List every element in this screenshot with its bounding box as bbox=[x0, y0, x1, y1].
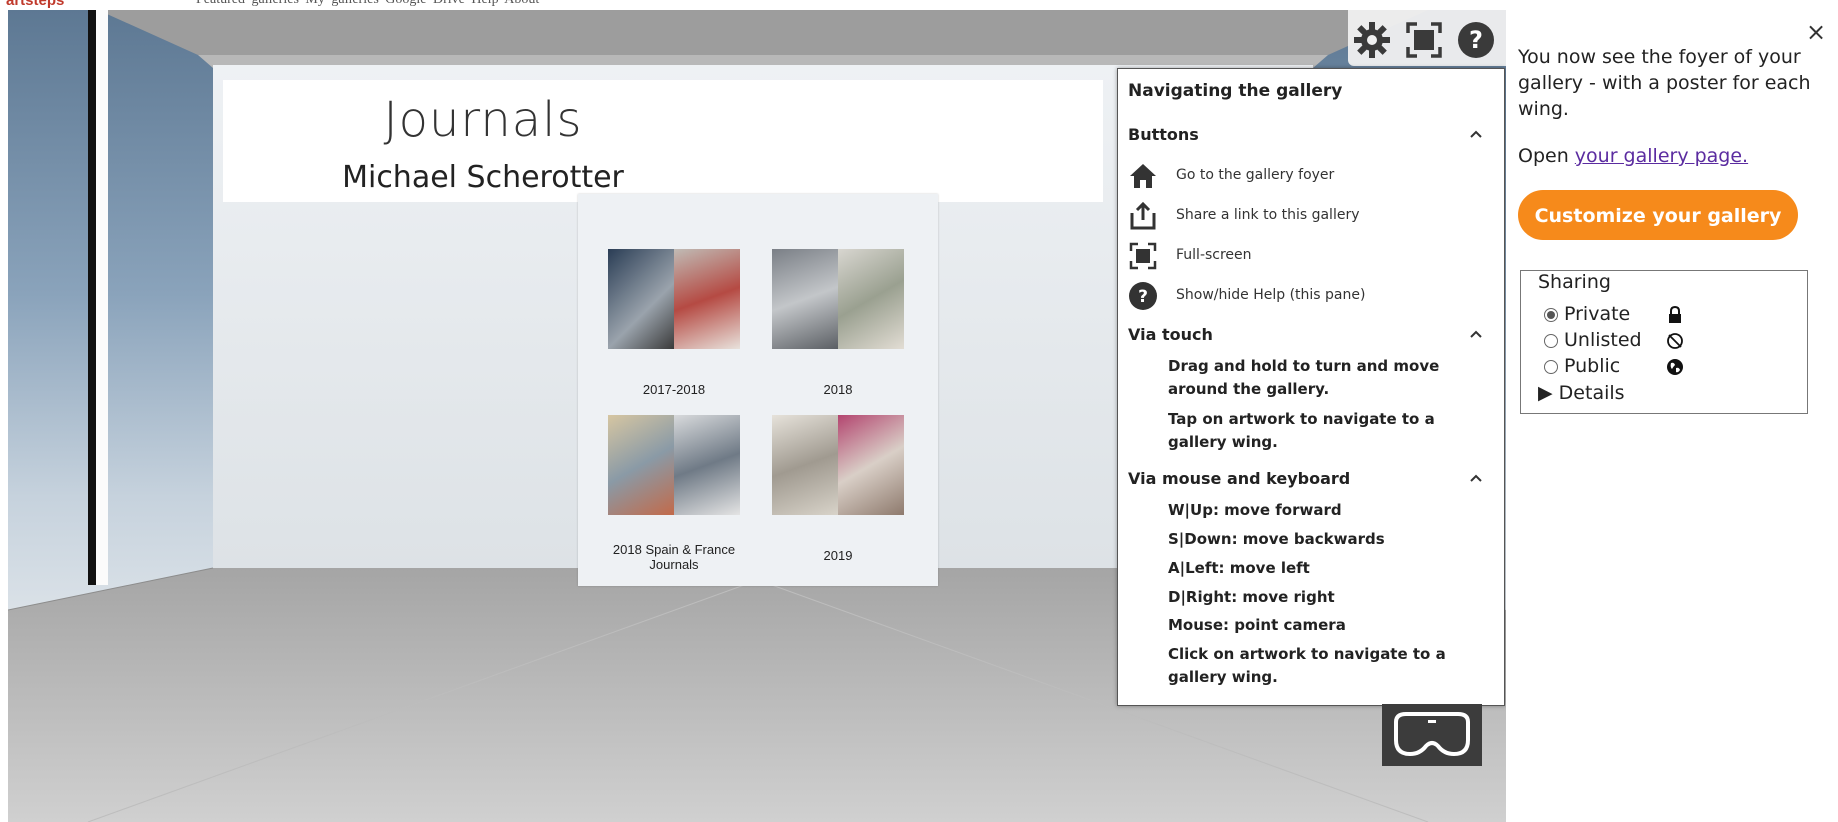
vr-mode-button[interactable] bbox=[1382, 704, 1482, 766]
chevron-up-icon[interactable] bbox=[1469, 471, 1483, 485]
top-navigation-strip: artsteps Featured galleries My galleries… bbox=[0, 0, 1838, 10]
close-icon[interactable]: × bbox=[1802, 18, 1830, 46]
public-radio[interactable] bbox=[1544, 360, 1558, 374]
fullscreen-icon[interactable] bbox=[1404, 20, 1444, 60]
vr-headset-icon bbox=[1394, 712, 1470, 757]
triangle-right-icon: ▶ bbox=[1538, 382, 1553, 404]
details-disclosure[interactable]: ▶ Details bbox=[1538, 382, 1625, 404]
share-icon bbox=[1130, 201, 1156, 230]
side-intro-text: You now see the foyer of your gallery - … bbox=[1518, 46, 1811, 120]
help-row-text: Full-screen bbox=[1176, 247, 1252, 263]
help-row-text: Show/hide Help (this pane) bbox=[1176, 287, 1366, 303]
window-frame-edge bbox=[96, 10, 108, 585]
radio-label: Private bbox=[1564, 303, 1631, 325]
artwork-label: 2017-2018 bbox=[642, 382, 706, 397]
keyboard-instruction: W|Up: move forward bbox=[1168, 501, 1342, 519]
globe-icon bbox=[1667, 359, 1683, 375]
artwork-thumbnail-spain-france[interactable] bbox=[608, 415, 740, 515]
keyboard-instruction: Mouse: point camera bbox=[1168, 616, 1346, 634]
fullscreen-icon bbox=[1129, 242, 1157, 270]
radio-label: Unlisted bbox=[1564, 329, 1642, 351]
help-icon: ? bbox=[1129, 282, 1157, 310]
artwork-label: 2018 bbox=[823, 382, 853, 397]
gallery-author: Michael Scherotter bbox=[342, 160, 624, 195]
svg-text:?: ? bbox=[1138, 287, 1148, 307]
viewer-toolbar: ? bbox=[1348, 10, 1506, 66]
artwork-thumbnail-2019[interactable] bbox=[772, 415, 904, 515]
help-row-text: Share a link to this gallery bbox=[1176, 207, 1360, 223]
gallery-page-link[interactable]: your gallery page. bbox=[1575, 145, 1748, 167]
section-heading-mouse-keyboard[interactable]: Via mouse and keyboard bbox=[1128, 469, 1350, 488]
home-icon bbox=[1130, 164, 1156, 188]
artwork-label: 2018 Spain & France Journals bbox=[612, 542, 736, 572]
window-frame bbox=[88, 10, 96, 585]
keyboard-instruction: S|Down: move backwards bbox=[1168, 530, 1385, 548]
help-pane-title: Navigating the gallery bbox=[1128, 81, 1343, 101]
chevron-up-icon[interactable] bbox=[1469, 127, 1483, 141]
touch-instruction: Tap on artwork to navigate to a gallery … bbox=[1168, 410, 1435, 451]
gallery-title: Journals bbox=[383, 92, 583, 148]
artwork-thumbnail-2017-2018[interactable] bbox=[608, 249, 740, 349]
unlisted-icon bbox=[1667, 333, 1683, 349]
unlisted-radio[interactable] bbox=[1544, 334, 1558, 348]
details-label: Details bbox=[1558, 382, 1625, 404]
open-prefix: Open bbox=[1518, 145, 1575, 167]
sharing-legend: Sharing bbox=[1536, 271, 1613, 293]
keyboard-instruction: A|Left: move left bbox=[1168, 559, 1310, 577]
radio-label: Public bbox=[1564, 355, 1621, 377]
private-radio[interactable] bbox=[1544, 308, 1558, 322]
keyboard-instruction: D|Right: move right bbox=[1168, 588, 1335, 606]
keyboard-instruction: Click on artwork to navigate to a galler… bbox=[1168, 645, 1446, 686]
site-logo[interactable]: artsteps bbox=[6, 0, 64, 9]
artwork-thumbnail-2018[interactable] bbox=[772, 249, 904, 349]
gear-icon[interactable] bbox=[1352, 20, 1392, 60]
lock-icon bbox=[1669, 306, 1681, 323]
artwork-label: 2019 bbox=[823, 548, 853, 563]
gallery-page-line: Open your gallery page. bbox=[1518, 143, 1818, 169]
section-heading-touch[interactable]: Via touch bbox=[1128, 325, 1213, 344]
foyer-poster[interactable]: 2017-2018 2018 2018 Spain & France Journ… bbox=[578, 194, 938, 586]
help-row-text: Go to the gallery foyer bbox=[1176, 167, 1335, 183]
help-icon[interactable]: ? bbox=[1456, 20, 1496, 60]
help-pane: Navigating the gallery Buttons Go to the… bbox=[1117, 68, 1505, 706]
gallery-banner: Journals Michael Scherotter bbox=[223, 80, 1103, 202]
touch-instruction: Drag and hold to turn and move around th… bbox=[1168, 357, 1440, 398]
svg-text:?: ? bbox=[1469, 26, 1483, 54]
chevron-up-icon[interactable] bbox=[1469, 327, 1483, 341]
side-panel bbox=[1506, 10, 1838, 822]
customize-gallery-button[interactable]: Customize your gallery bbox=[1518, 190, 1798, 240]
section-heading-buttons[interactable]: Buttons bbox=[1128, 125, 1199, 144]
top-nav-links[interactable]: Featured galleries My galleries Google D… bbox=[196, 0, 539, 8]
